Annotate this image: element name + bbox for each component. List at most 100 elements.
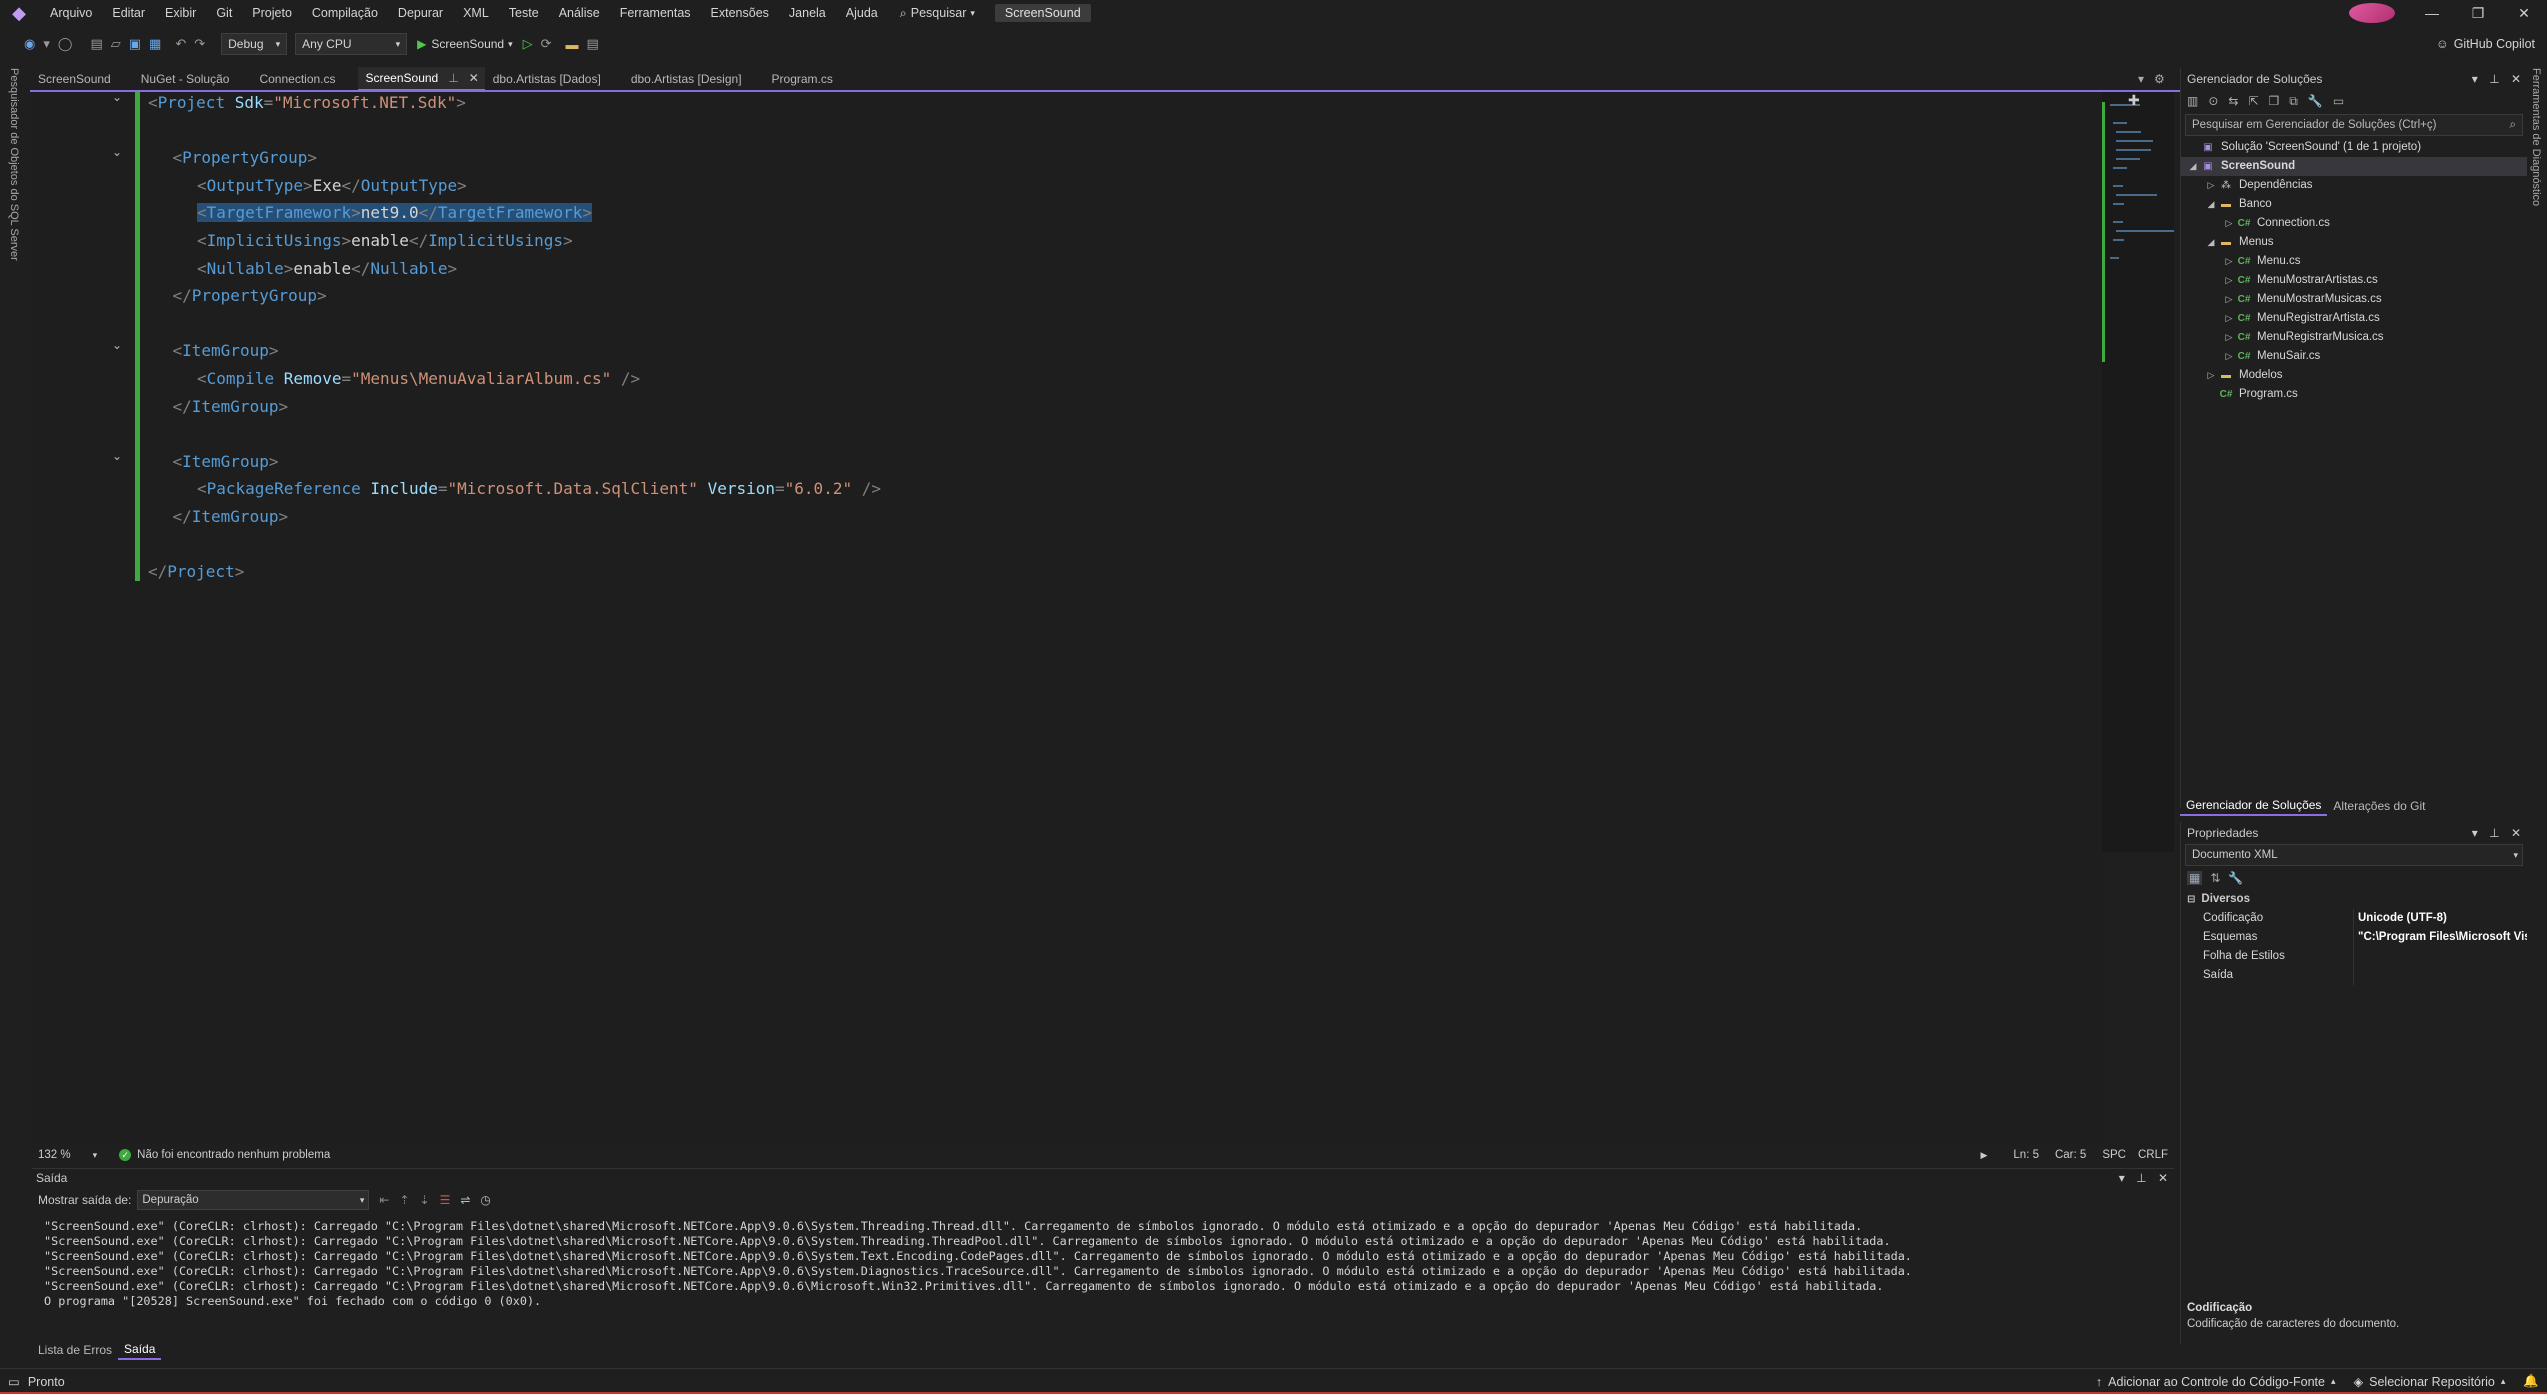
menu-item[interactable]: Extensões bbox=[701, 0, 779, 26]
fold-toggle-icon[interactable]: ⌄ bbox=[112, 449, 122, 463]
close-icon[interactable]: ✕ bbox=[2511, 826, 2521, 840]
start-debugging-button[interactable]: ▶ ScreenSound ▾ bbox=[417, 37, 513, 51]
categorized-icon[interactable]: ▦ bbox=[2187, 871, 2203, 885]
tree-node[interactable]: ▷ C# MenuSair.cs bbox=[2181, 347, 2527, 366]
tree-node[interactable]: ▷ C# MenuMostrarMusicas.cs bbox=[2181, 290, 2527, 309]
output-tab[interactable]: Lista de Erros bbox=[32, 1341, 118, 1359]
fold-toggle-icon[interactable]: ⌄ bbox=[112, 145, 122, 159]
line-number[interactable]: Ln: 5 bbox=[2013, 1149, 2039, 1161]
menu-item[interactable]: XML bbox=[453, 0, 499, 26]
fold-toggle-icon[interactable]: ⌄ bbox=[112, 338, 122, 352]
collapse-all-icon[interactable]: ⇱ bbox=[2248, 94, 2258, 108]
toolbar-options-icon[interactable]: ▤ bbox=[587, 36, 599, 52]
panel-tab[interactable]: Gerenciador de Soluções bbox=[2180, 796, 2328, 816]
zoom-level[interactable]: 132 % bbox=[38, 1149, 71, 1161]
gear-icon[interactable]: ⚙ bbox=[2154, 72, 2165, 86]
diagnostic-tools-tab[interactable]: Ferramentas de Diagnóstico bbox=[2530, 68, 2542, 206]
minimize-icon[interactable]: — bbox=[2409, 0, 2455, 26]
close-icon[interactable]: ✕ bbox=[2158, 1171, 2168, 1185]
avatar[interactable] bbox=[2349, 3, 2395, 23]
tree-node[interactable]: ▷ C# MenuRegistrarMusica.cs bbox=[2181, 328, 2527, 347]
chevron-down-icon[interactable]: ▾ bbox=[2119, 1171, 2125, 1185]
tree-node[interactable]: ◢ ▬ Banco bbox=[2181, 195, 2527, 214]
menu-item[interactable]: Arquivo bbox=[40, 0, 102, 26]
find-message-icon[interactable]: ⇤ bbox=[379, 1193, 389, 1207]
pin-icon[interactable]: ⊥ bbox=[2136, 1171, 2146, 1185]
property-row[interactable]: Saída bbox=[2181, 966, 2527, 985]
property-value[interactable]: "C:\Program Files\Microsoft Vis bbox=[2354, 928, 2527, 947]
chevron-up-icon[interactable]: ▴ bbox=[2501, 1376, 2506, 1387]
property-row[interactable]: Folha de Estilos bbox=[2181, 947, 2527, 966]
open-file-icon[interactable]: ▱ bbox=[111, 36, 121, 52]
document-tab[interactable]: dbo.Artistas [Dados] bbox=[485, 68, 623, 90]
expand-toggle-icon[interactable]: ▷ bbox=[2205, 176, 2217, 195]
fold-toggle-icon[interactable]: ⌄ bbox=[112, 90, 122, 104]
whitespace-mode[interactable]: SPC bbox=[2102, 1149, 2126, 1161]
alphabetical-icon[interactable]: ⇅ bbox=[2210, 871, 2220, 885]
word-wrap-icon[interactable]: ⇌ bbox=[460, 1193, 470, 1207]
property-value[interactable] bbox=[2354, 966, 2527, 985]
menu-item[interactable]: Análise bbox=[549, 0, 610, 26]
output-log[interactable]: "ScreenSound.exe" (CoreCLR: clrhost): Ca… bbox=[44, 1219, 1912, 1309]
visual-studio-logo-icon[interactable]: ◆ bbox=[8, 3, 30, 23]
tree-node[interactable]: C# Program.cs bbox=[2181, 385, 2527, 404]
tree-node[interactable]: ▣ Solução 'ScreenSound' (1 de 1 projeto) bbox=[2181, 138, 2527, 157]
output-tab[interactable]: Saída bbox=[118, 1340, 162, 1360]
menu-item[interactable]: Projeto bbox=[242, 0, 302, 26]
close-icon[interactable]: ✕ bbox=[2501, 0, 2547, 26]
document-tab[interactable]: ScreenSound ⊥ ✕ bbox=[357, 67, 485, 91]
document-tab[interactable]: Connection.cs bbox=[251, 68, 357, 90]
add-to-source-control-button[interactable]: Adicionar ao Controle do Código-Fonte bbox=[2108, 1375, 2325, 1389]
menu-item[interactable]: Exibir bbox=[155, 0, 206, 26]
expand-toggle-icon[interactable]: ▷ bbox=[2223, 328, 2235, 347]
pending-changes-icon[interactable]: ⊙ bbox=[2208, 94, 2218, 108]
undo-icon[interactable]: ↶ bbox=[175, 36, 186, 52]
chevron-down-icon[interactable]: ▾ bbox=[2472, 72, 2478, 86]
chevron-down-icon[interactable]: ▾ bbox=[2472, 826, 2478, 840]
tree-node[interactable]: ▷ ⁂ Dependências bbox=[2181, 176, 2527, 195]
expand-toggle-icon[interactable]: ◢ bbox=[2187, 157, 2199, 176]
property-category[interactable]: ⊟ Diversos bbox=[2181, 890, 2527, 909]
document-tab[interactable]: ScreenSound bbox=[30, 68, 133, 90]
split-editor-icon[interactable]: ✚ bbox=[2128, 92, 2140, 109]
tree-node[interactable]: ◢ ▣ ScreenSound bbox=[2181, 157, 2527, 176]
panel-tab[interactable]: Alterações do Git bbox=[2327, 797, 2431, 815]
solution-platform-dropdown[interactable]: Any CPU ▾ bbox=[295, 33, 408, 55]
search-button[interactable]: ⌕ Pesquisar ▾ bbox=[888, 6, 987, 21]
preview-icon[interactable]: ▭ bbox=[2333, 94, 2344, 108]
expand-toggle-icon[interactable]: ▷ bbox=[2223, 309, 2235, 328]
menu-item[interactable]: Git bbox=[206, 0, 242, 26]
property-row[interactable]: Codificação Unicode (UTF-8) bbox=[2181, 909, 2527, 928]
sync-icon[interactable]: ⇆ bbox=[2228, 94, 2238, 108]
tree-node[interactable]: ▷ C# Connection.cs bbox=[2181, 214, 2527, 233]
scroll-right-icon[interactable]: ▶ bbox=[1980, 1150, 1987, 1161]
navigate-back-icon[interactable]: ◉ bbox=[24, 36, 35, 52]
expand-toggle-icon[interactable]: ◢ bbox=[2205, 233, 2217, 252]
column-number[interactable]: Car: 5 bbox=[2055, 1149, 2086, 1161]
output-source-dropdown[interactable]: Depuração ▾ bbox=[137, 1190, 370, 1210]
close-icon[interactable]: ✕ bbox=[469, 71, 479, 85]
save-icon[interactable]: ▣ bbox=[129, 36, 141, 52]
code-editor[interactable]: ⌄ <Project Sdk="Microsoft.NET.Sdk"> ⌄ <Prop… bbox=[32, 90, 2102, 1144]
minimap[interactable] bbox=[2102, 92, 2174, 852]
menu-item[interactable]: Janela bbox=[779, 0, 836, 26]
clear-all-icon[interactable]: ☰ bbox=[440, 1193, 451, 1207]
previous-message-icon[interactable]: ⇡ bbox=[399, 1193, 409, 1207]
tree-node[interactable]: ▷ C# Menu.cs bbox=[2181, 252, 2527, 271]
sql-server-object-explorer-tab[interactable]: Pesquisador de Objetos do SQL Server bbox=[8, 68, 20, 261]
menu-item[interactable]: Teste bbox=[499, 0, 549, 26]
expand-toggle-icon[interactable]: ▷ bbox=[2205, 366, 2217, 385]
select-repository-button[interactable]: Selecionar Repositório bbox=[2369, 1375, 2495, 1389]
expand-toggle-icon[interactable]: ▷ bbox=[2223, 214, 2235, 233]
solution-configuration-dropdown[interactable]: Debug ▾ bbox=[221, 33, 288, 55]
document-tab[interactable]: dbo.Artistas [Design] bbox=[623, 68, 764, 90]
property-value[interactable] bbox=[2354, 947, 2527, 966]
switch-views-icon[interactable]: ▥ bbox=[2187, 94, 2198, 108]
restore-icon[interactable]: ❐ bbox=[2455, 0, 2501, 26]
navigate-forward-icon[interactable]: ◯ bbox=[58, 36, 73, 52]
close-icon[interactable]: ✕ bbox=[2511, 72, 2521, 86]
tree-node[interactable]: ▷ ▬ Modelos bbox=[2181, 366, 2527, 385]
redo-icon[interactable]: ↷ bbox=[194, 36, 205, 52]
new-project-icon[interactable]: ▤ bbox=[90, 36, 102, 52]
show-all-files-icon[interactable]: ❐ bbox=[2269, 94, 2280, 108]
